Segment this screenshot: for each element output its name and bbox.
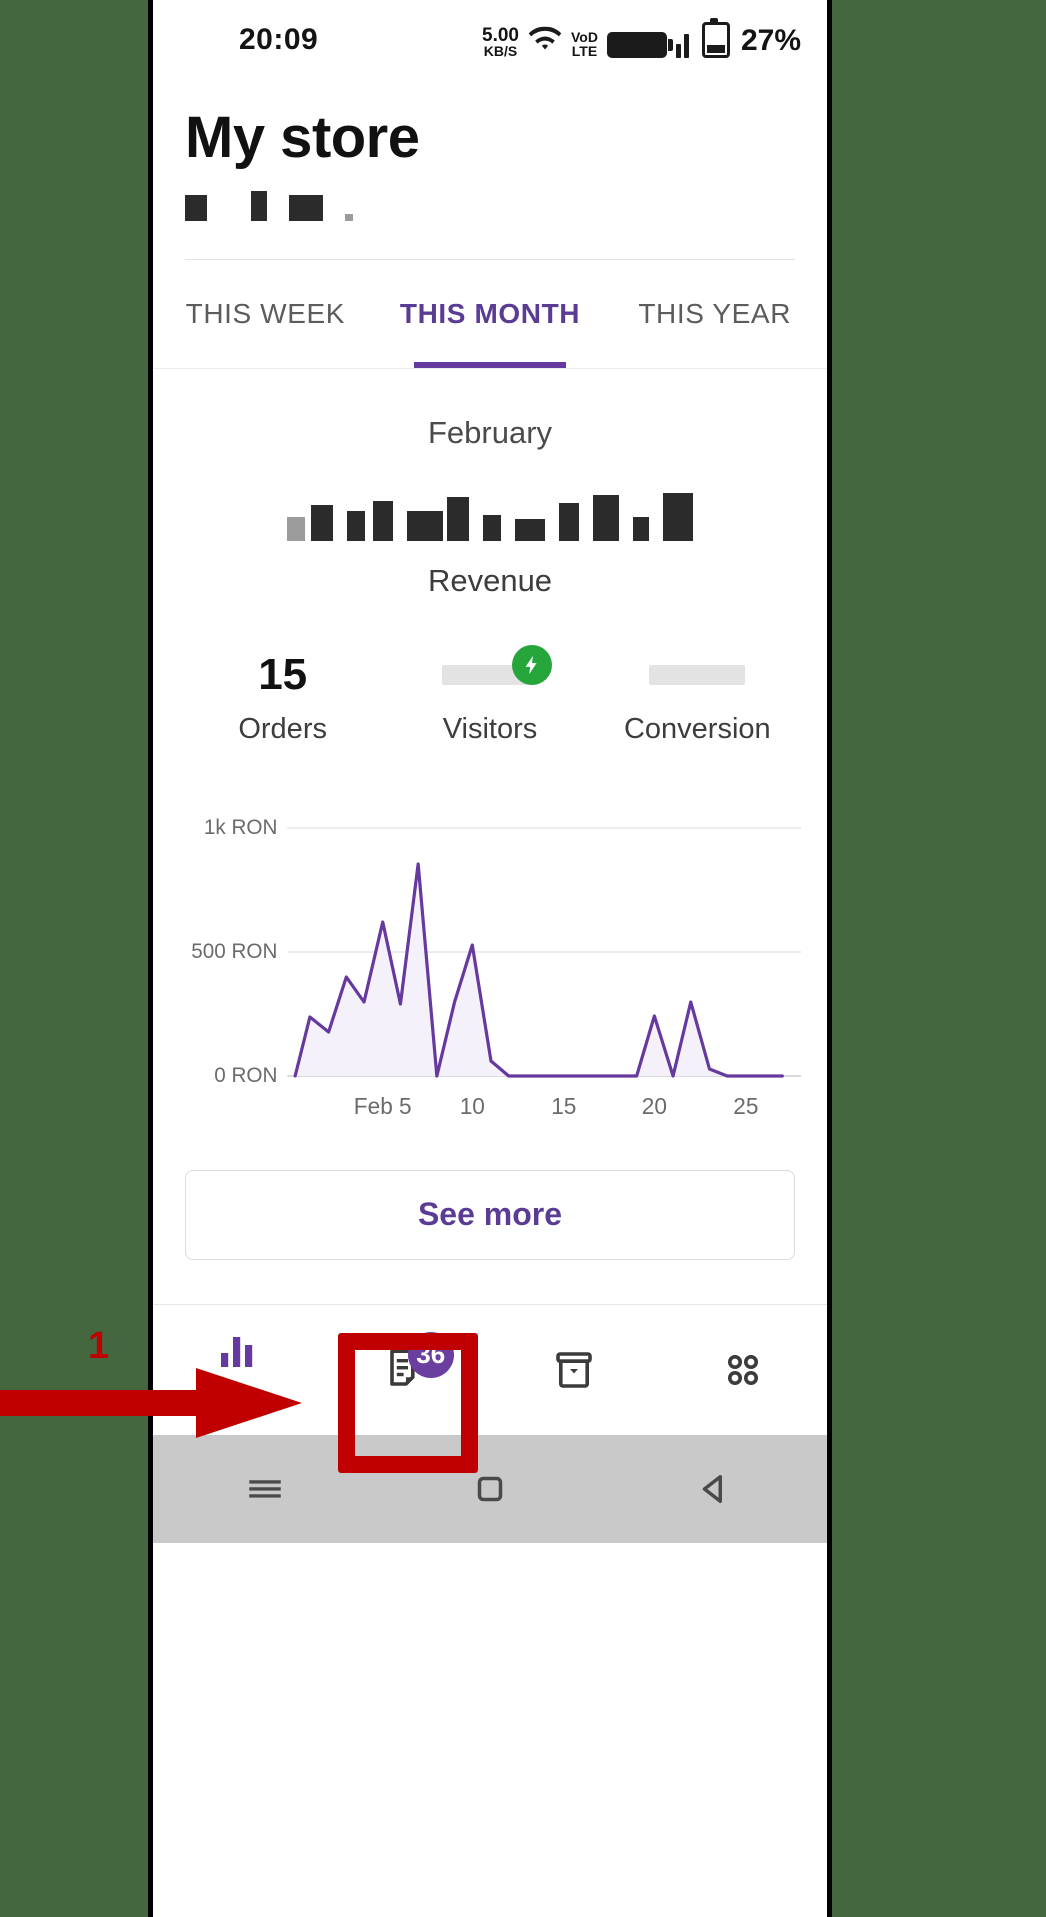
revenue-chart[interactable]: 1k RON 500 RON 0 RON Feb 5 10 15 20 25: [153, 816, 827, 1136]
chart-x-ticklabels: Feb 5 10 15 20 25: [354, 1093, 759, 1119]
xtick-15: 15: [551, 1093, 576, 1119]
status-bar-clock: 20:09: [239, 23, 319, 56]
nav-item-my-store[interactable]: My store: [153, 1325, 322, 1415]
menu-icon: [249, 1480, 282, 1498]
revenue-value-redacted: [153, 473, 827, 541]
archive-box-icon: [548, 1344, 600, 1396]
status-bar-icons: 5.00 KB/S VoD LTE 27%: [482, 18, 801, 59]
battery-bar-icon: [606, 32, 673, 58]
header: My store: [153, 80, 827, 260]
volte-bottom-text: LTE: [571, 42, 598, 59]
xtick-10: 10: [460, 1093, 485, 1119]
nav-item-more[interactable]: [659, 1344, 828, 1396]
ytick-500: 500 RON: [191, 940, 277, 963]
xtick-feb5: Feb 5: [354, 1093, 412, 1119]
chart-y-ticklabels: 1k RON 500 RON 0 RON: [191, 816, 277, 1087]
annotation-step-number: 1: [88, 1325, 110, 1367]
documents-badge-count: 36: [407, 1331, 454, 1378]
stat-conversion-value-redacted: [594, 647, 801, 703]
tabs-divider: [153, 367, 827, 369]
redaction-block: [289, 194, 323, 221]
page-title: My store: [185, 105, 420, 170]
document-icon: 36: [380, 1331, 454, 1396]
redaction-block: [345, 213, 353, 221]
stat-orders[interactable]: 15 Orders: [179, 647, 386, 746]
signal-bars-icon: [675, 32, 689, 58]
grid-dots-icon: [717, 1344, 769, 1396]
see-more-wrapper: See more: [153, 1136, 827, 1260]
bar-chart-icon: [211, 1325, 263, 1377]
xtick-20: 20: [642, 1093, 667, 1119]
stat-conversion[interactable]: Conversion: [594, 647, 801, 746]
battery-icon: [701, 18, 730, 58]
nav-label-my-store: My store: [191, 1386, 284, 1414]
stat-orders-value: 15: [258, 649, 308, 699]
tab-this-year[interactable]: THIS YEAR: [602, 260, 827, 368]
android-menu-button[interactable]: [153, 1468, 378, 1510]
stat-visitors[interactable]: Visitors: [386, 644, 593, 746]
tab-this-week[interactable]: THIS WEEK: [153, 260, 378, 368]
volte-indicator: VoD LTE: [571, 30, 598, 59]
network-speed-unit: KB/S: [483, 42, 518, 59]
tab-this-month[interactable]: THIS MONTH: [378, 260, 603, 368]
stat-orders-label: Orders: [238, 712, 327, 745]
battery-percent-label: 27%: [740, 24, 801, 57]
stat-conversion-label: Conversion: [623, 712, 771, 745]
xtick-25: 25: [733, 1093, 758, 1119]
chart-area-fill: [295, 863, 783, 1076]
wifi-icon: [528, 25, 562, 58]
network-speed-indicator: 5.00 KB/S: [482, 24, 519, 59]
android-back-button[interactable]: [602, 1468, 827, 1510]
phone-screenshot: 20:09 5.00 KB/S VoD LTE 27% My store THI…: [148, 0, 832, 1917]
selected-month-label: February: [427, 414, 553, 450]
redacted-store-url: [185, 187, 795, 221]
status-bar: 20:09 5.00 KB/S VoD LTE 27%: [153, 0, 827, 80]
period-tabs: THIS WEEK THIS MONTH THIS YEAR: [153, 260, 827, 368]
bottom-navigation: My store 36: [153, 1304, 828, 1435]
redaction-block: [185, 194, 207, 221]
stat-visitors-value-redacted: [386, 647, 593, 703]
revenue-label: Revenue: [427, 562, 553, 598]
nav-item-documents[interactable]: 36: [322, 1331, 491, 1396]
ytick-0: 0 RON: [214, 1064, 277, 1087]
android-navigation-bar: [153, 1434, 827, 1543]
redaction-block: [251, 190, 267, 221]
nav-item-orders[interactable]: [490, 1344, 659, 1396]
home-square-icon: [477, 1476, 503, 1502]
phone-screen: 20:09 5.00 KB/S VoD LTE 27% My store THI…: [153, 0, 827, 1917]
stats-row: 15 Orders Visitors Conversion: [153, 644, 827, 746]
android-home-button[interactable]: [378, 1468, 603, 1510]
network-speed-value: 5.00: [482, 24, 519, 46]
see-more-button[interactable]: See more: [185, 1169, 795, 1260]
revenue-chart-svg: 1k RON 500 RON 0 RON Feb 5 10 15 20 25: [191, 816, 801, 1119]
ytick-1k: 1k RON: [204, 816, 277, 839]
stat-visitors-label: Visitors: [442, 712, 538, 745]
back-triangle-icon: [702, 1474, 722, 1503]
bolt-icon: [511, 644, 552, 685]
